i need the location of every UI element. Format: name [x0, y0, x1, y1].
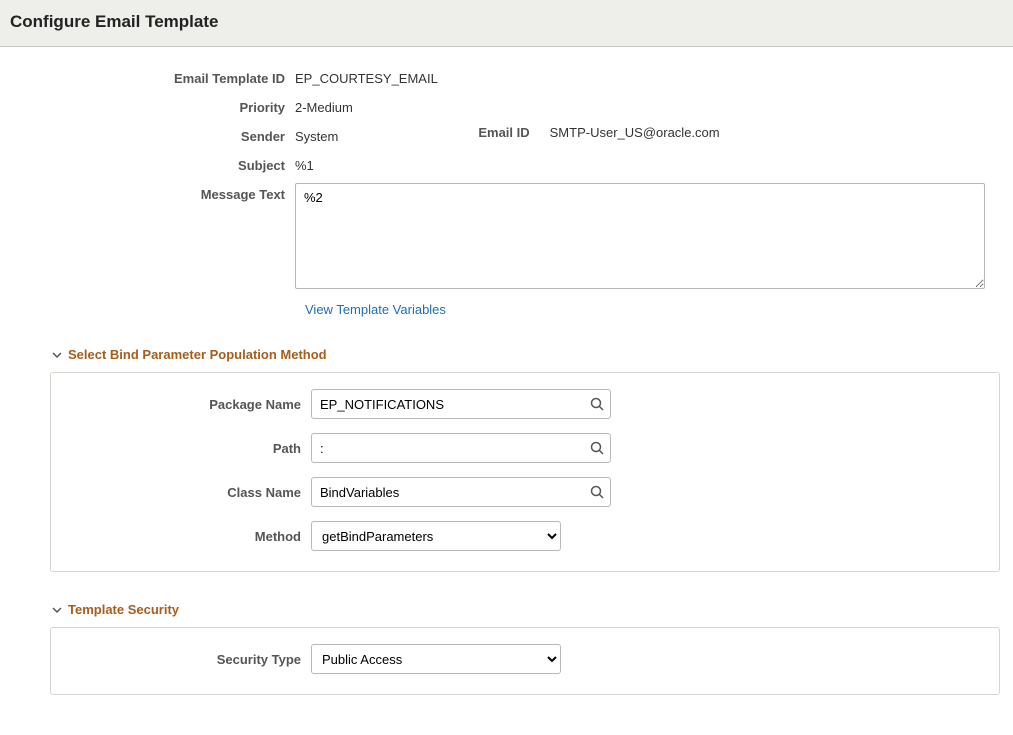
chevron-down-icon — [50, 348, 64, 362]
email-template-id-value: EP_COURTESY_EMAIL — [295, 67, 438, 86]
email-template-id-label: Email Template ID — [10, 67, 295, 86]
priority-label: Priority — [10, 96, 295, 115]
security-type-label: Security Type — [61, 652, 311, 667]
path-lookup-button[interactable] — [589, 440, 605, 456]
package-name-input[interactable] — [311, 389, 611, 419]
bind-section-header[interactable]: Select Bind Parameter Population Method — [50, 347, 1000, 362]
class-name-label: Class Name — [61, 485, 311, 500]
page-title: Configure Email Template — [10, 12, 1003, 32]
package-name-lookup-button[interactable] — [589, 396, 605, 412]
search-icon — [590, 485, 604, 499]
subject-label: Subject — [10, 154, 295, 173]
security-type-select[interactable]: Public Access — [311, 644, 561, 674]
bind-section-box: Package Name Path — [50, 372, 1000, 572]
email-id-value: SMTP-User_US@oracle.com — [550, 125, 720, 140]
sender-label: Sender — [10, 125, 295, 144]
sender-value: System — [295, 125, 338, 144]
method-label: Method — [61, 529, 311, 544]
class-name-input[interactable] — [311, 477, 611, 507]
security-section-header[interactable]: Template Security — [50, 602, 1000, 617]
method-select[interactable]: getBindParameters — [311, 521, 561, 551]
search-icon — [590, 441, 604, 455]
chevron-down-icon — [50, 603, 64, 617]
class-name-lookup-button[interactable] — [589, 484, 605, 500]
search-icon — [590, 397, 604, 411]
page-header: Configure Email Template — [0, 0, 1013, 47]
security-section-title: Template Security — [68, 602, 179, 617]
message-text-label: Message Text — [10, 183, 295, 202]
email-id-label: Email ID — [478, 125, 529, 140]
priority-value: 2-Medium — [295, 96, 353, 115]
security-section-box: Security Type Public Access — [50, 627, 1000, 695]
subject-value: %1 — [295, 154, 314, 173]
view-template-variables-link[interactable]: View Template Variables — [305, 302, 446, 317]
path-input[interactable] — [311, 433, 611, 463]
bind-section-title: Select Bind Parameter Population Method — [68, 347, 327, 362]
package-name-label: Package Name — [61, 397, 311, 412]
message-text-textarea[interactable] — [295, 183, 985, 289]
path-label: Path — [61, 441, 311, 456]
